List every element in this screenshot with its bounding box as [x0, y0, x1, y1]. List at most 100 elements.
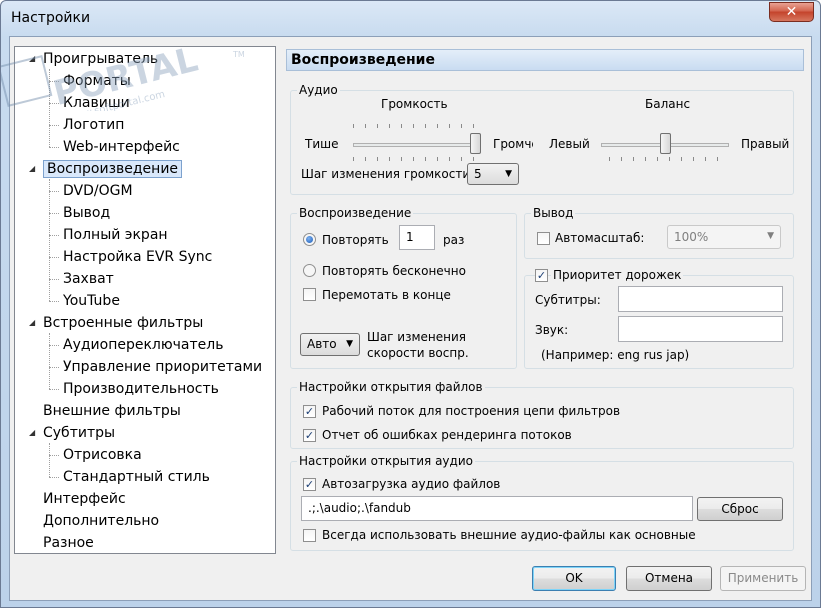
subtitles-priority-input[interactable]: [618, 286, 783, 312]
tree-connector: [49, 213, 59, 214]
tree-item[interactable]: Внешние фильтры: [43, 401, 181, 421]
reset-button[interactable]: Сброс: [697, 497, 783, 521]
rewind-label: Перемотать в конце: [322, 288, 451, 302]
autozoom-combo[interactable]: 100% ▼: [667, 225, 781, 249]
tree-item[interactable]: Производительность: [63, 379, 219, 399]
priority-example: (Например: eng rus jap): [541, 348, 690, 362]
tree-item[interactable]: Отрисовка: [63, 445, 142, 465]
balance-slider-thumb[interactable]: [659, 133, 671, 154]
track-priority-checkbox[interactable]: ✓: [535, 269, 548, 282]
ok-button[interactable]: OK: [532, 566, 616, 591]
output-group-title: Вывод: [531, 206, 576, 220]
audio-paths-input[interactable]: .;.\audio;.\fandub: [301, 496, 693, 521]
error-report-label: Отчет об ошибках рендеринга потоков: [322, 428, 572, 442]
audio-priority-input[interactable]: [618, 316, 783, 342]
repeat-radio[interactable]: [303, 233, 316, 246]
balance-ticks: [609, 157, 721, 161]
tree-connector: [49, 443, 50, 477]
worker-thread-label: Рабочий поток для построения цепи фильтр…: [322, 404, 621, 418]
tree-item[interactable]: Разное: [43, 533, 94, 553]
tree-item-label: Клавиши: [63, 95, 130, 111]
speed-step-combo[interactable]: Авто ▼: [300, 333, 360, 356]
tree-item-label: Проигрыватель: [43, 51, 159, 67]
tree-item[interactable]: Полный экран: [63, 225, 168, 245]
tree-item[interactable]: Субтитры: [43, 423, 115, 443]
tree-item[interactable]: Стандартный стиль: [63, 467, 210, 487]
tree-connector: [49, 103, 59, 104]
playback-group-title: Воспроизведение: [297, 206, 414, 220]
tree-item-label: Форматы: [63, 73, 131, 89]
tree-item[interactable]: Аудиопереключатель: [63, 335, 223, 355]
chevron-down-icon: ▼: [346, 339, 353, 349]
title-bar[interactable]: Настройки ✕: [1, 1, 820, 37]
volume-slider-thumb[interactable]: [470, 133, 481, 154]
audio-group: Аудио Громкость Тише Громче Баланс Левый…: [290, 83, 794, 195]
tree-item-label: Производительность: [63, 381, 219, 397]
tree-connector: [49, 191, 59, 192]
tree-item[interactable]: Управление приоритетами: [63, 357, 262, 377]
always-external-label: Всегда использовать внешние аудио-файлы …: [322, 528, 696, 542]
tree-item[interactable]: Клавиши: [63, 93, 130, 113]
volume-step-label: Шаг изменения громкости:: [301, 167, 475, 181]
tree-item-label: Отрисовка: [63, 447, 142, 463]
always-external-checkbox[interactable]: [303, 529, 316, 542]
tree-item-label: DVD/OGM: [63, 183, 133, 199]
tree-item-label: Вывод: [63, 205, 111, 221]
tree-item-label: YouTube: [63, 293, 120, 309]
tree-connector: [49, 301, 59, 302]
tree-connector: [49, 333, 50, 389]
tree-item[interactable]: Настройка EVR Sync: [63, 247, 212, 267]
close-icon: ✕: [785, 4, 798, 20]
tree-connector: [49, 125, 59, 126]
tree-item[interactable]: DVD/OGM: [63, 181, 133, 201]
track-priority-group: ✓ Приоритет дорожек Субтитры: Звук: (Нап…: [524, 268, 794, 369]
repeat-forever-radio[interactable]: [303, 264, 316, 277]
rewind-checkbox[interactable]: [303, 288, 316, 301]
error-report-checkbox[interactable]: ✓: [303, 429, 316, 442]
tree-connector: [49, 389, 59, 390]
tree-item[interactable]: Интерфейс: [43, 489, 126, 509]
volume-slider-track[interactable]: [353, 143, 481, 147]
tree-item[interactable]: Web-интерфейс: [63, 137, 180, 157]
speed-step-label-line2: скорости воспр.: [367, 346, 469, 360]
repeat-label: Повторять: [322, 233, 389, 247]
worker-thread-checkbox[interactable]: ✓: [303, 405, 316, 418]
speed-step-value: Авто: [307, 337, 337, 351]
tree-item-label: Встроенные фильтры: [43, 315, 204, 331]
tree-item[interactable]: Вывод: [63, 203, 110, 223]
autozoom-checkbox[interactable]: [537, 232, 550, 245]
close-button[interactable]: ✕: [769, 2, 814, 22]
tree-item-label: Логотип: [63, 117, 125, 133]
tree-item[interactable]: Захват: [63, 269, 114, 289]
tree-connector: [49, 477, 59, 478]
file-open-group-title: Настройки открытия файлов: [297, 380, 485, 394]
expand-arrow-icon[interactable]: ◢: [29, 49, 39, 69]
tree-item-label: Аудиопереключатель: [63, 337, 224, 353]
expand-arrow-icon[interactable]: ◢: [29, 159, 39, 179]
cancel-button[interactable]: Отмена: [626, 566, 712, 591]
balance-left-label: Левый: [549, 137, 590, 151]
volume-step-value: 5: [474, 167, 482, 181]
tree-item-label: Стандартный стиль: [63, 469, 210, 485]
tree-item[interactable]: Воспроизведение: [43, 159, 183, 179]
autozoom-value: 100%: [674, 230, 709, 244]
tree-item[interactable]: YouTube: [63, 291, 120, 311]
tree-item-label: Настройка EVR Sync: [63, 249, 213, 265]
expand-arrow-icon[interactable]: ◢: [29, 313, 39, 333]
audio-open-group: Настройки открытия аудио ✓ Автозагрузка …: [290, 454, 794, 551]
volume-step-combo[interactable]: 5 ▼: [467, 163, 519, 185]
tree-item[interactable]: Встроенные фильтры: [43, 313, 203, 333]
apply-button[interactable]: Применить: [720, 566, 806, 591]
autoload-audio-checkbox[interactable]: ✓: [303, 478, 316, 491]
tree-connector: [49, 257, 59, 258]
tree-item-label: Субтитры: [43, 425, 116, 441]
repeat-count-input[interactable]: 1: [399, 225, 435, 250]
tree-item[interactable]: Проигрыватель: [43, 49, 158, 69]
settings-tree[interactable]: Проигрыватель ◢ Форматы Клавиши Логотип Web-и…: [14, 46, 276, 554]
tree-item[interactable]: Логотип: [63, 115, 124, 135]
tree-item[interactable]: Форматы: [63, 71, 131, 91]
volume-label: Громкость: [381, 97, 448, 111]
expand-arrow-icon[interactable]: ◢: [29, 423, 39, 443]
audio-open-group-title: Настройки открытия аудио: [297, 454, 475, 468]
tree-item[interactable]: Дополнительно: [43, 511, 159, 531]
